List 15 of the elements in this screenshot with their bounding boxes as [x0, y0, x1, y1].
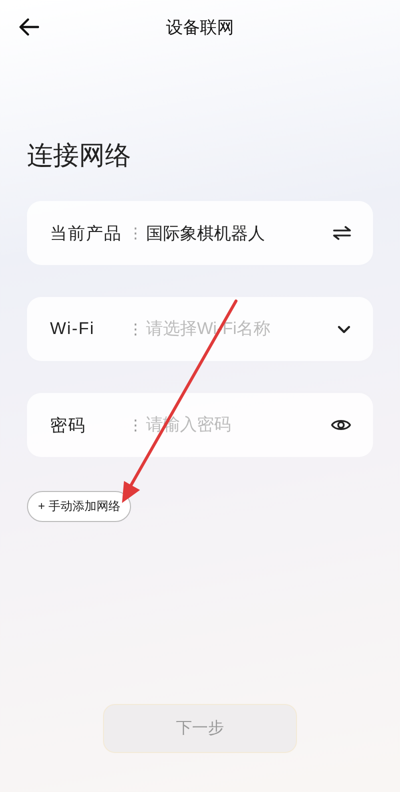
field-label: Wi-Fi — [50, 319, 96, 339]
field-label: 当前产品 — [50, 222, 123, 244]
field-value: 国际象棋机器人 — [146, 222, 266, 244]
eye-icon[interactable] — [331, 418, 351, 432]
form-field[interactable]: 当前产品 ⋮ 国际象棋机器人 — [27, 201, 373, 265]
field-separator: ⋮ — [128, 224, 144, 242]
field-label: 密码 — [50, 414, 87, 436]
swap-icon[interactable] — [333, 226, 351, 240]
field-separator: ⋮ — [128, 320, 144, 338]
screen-title: 设备联网 — [166, 17, 234, 39]
field-separator: ⋮ — [128, 416, 144, 434]
back-arrow-icon[interactable] — [19, 18, 39, 36]
chevron-down-icon[interactable] — [337, 324, 351, 334]
section-heading: 连接网络 — [27, 139, 132, 172]
add-network-button[interactable]: + 手动添加网络 — [27, 491, 132, 522]
